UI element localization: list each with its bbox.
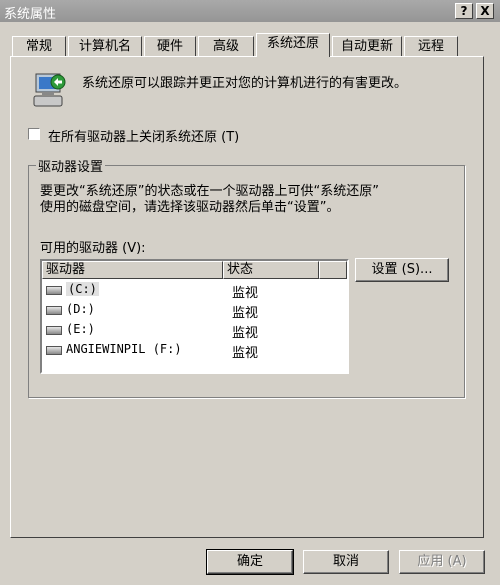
tab-advanced[interactable]: 高级 [198,36,254,56]
drive-name: (E:) [66,322,95,336]
drive-status: 监视 [232,346,259,361]
tab-computer-name[interactable]: 计算机名 [68,36,142,56]
cancel-button[interactable]: 取消 [303,550,389,574]
tab-system-restore[interactable]: 系统还原 [256,33,330,57]
drive-row-e[interactable]: (E:) 监视 [46,321,336,341]
tab-hardware[interactable]: 硬件 [144,36,196,56]
hard-drive-icon [46,326,62,335]
help-button[interactable]: ? [455,3,473,19]
window-title: 系统属性 [4,7,57,22]
drive-status: 监视 [232,286,259,301]
ok-button[interactable]: 确定 [206,549,294,575]
tab-general[interactable]: 常规 [12,36,66,56]
drive-settings-legend: 驱动器设置 [36,156,106,175]
column-header-drive[interactable]: 驱动器 [42,261,223,279]
hard-drive-icon [46,306,62,315]
settings-button[interactable]: 设置 (S)... [355,258,449,282]
column-header-empty[interactable] [319,261,347,279]
disable-system-restore-checkbox[interactable] [28,128,40,140]
disable-system-restore-label[interactable]: 在所有驱动器上关闭系统还原 (T) [48,126,239,145]
apply-button[interactable]: 应用 (A) [399,550,485,574]
close-button[interactable]: X [476,3,494,19]
column-header-status[interactable]: 状态 [223,261,319,279]
hard-drive-icon [46,286,62,295]
intro-text: 系统还原可以跟踪并更正对您的计算机进行的有害更改。 [82,76,408,91]
drive-name: (C:) [66,282,99,296]
drive-row-f[interactable]: ANGIEWINPIL (F:) 监视 [46,341,336,361]
drive-settings-description-2: 使用的磁盘空间，请选择该驱动器然后单击“设置”。 [40,200,340,215]
system-restore-icon [33,73,66,107]
tab-remote[interactable]: 远程 [404,36,458,56]
drive-list[interactable]: 驱动器 状态 (C:) 监视 (D:) 监视 (E:) 监视 ANGIEWINP… [40,259,349,374]
drive-name: (D:) [66,302,95,316]
drive-name: ANGIEWINPIL (F:) [66,342,182,356]
available-drives-label: 可用的驱动器 (V): [40,241,146,256]
drive-status: 监视 [232,306,259,321]
hard-drive-icon [46,346,62,355]
drive-status: 监视 [232,326,259,341]
drive-row-d[interactable]: (D:) 监视 [46,301,336,321]
drive-row-c[interactable]: (C:) 监视 [46,281,336,301]
tab-automatic-updates[interactable]: 自动更新 [332,36,402,56]
system-properties-window: 系统属性 ? X 常规 计算机名 硬件 高级 系统还原 自动更新 远程 系统还原… [0,0,500,585]
title-bar[interactable]: 系统属性 ? X [0,0,500,22]
